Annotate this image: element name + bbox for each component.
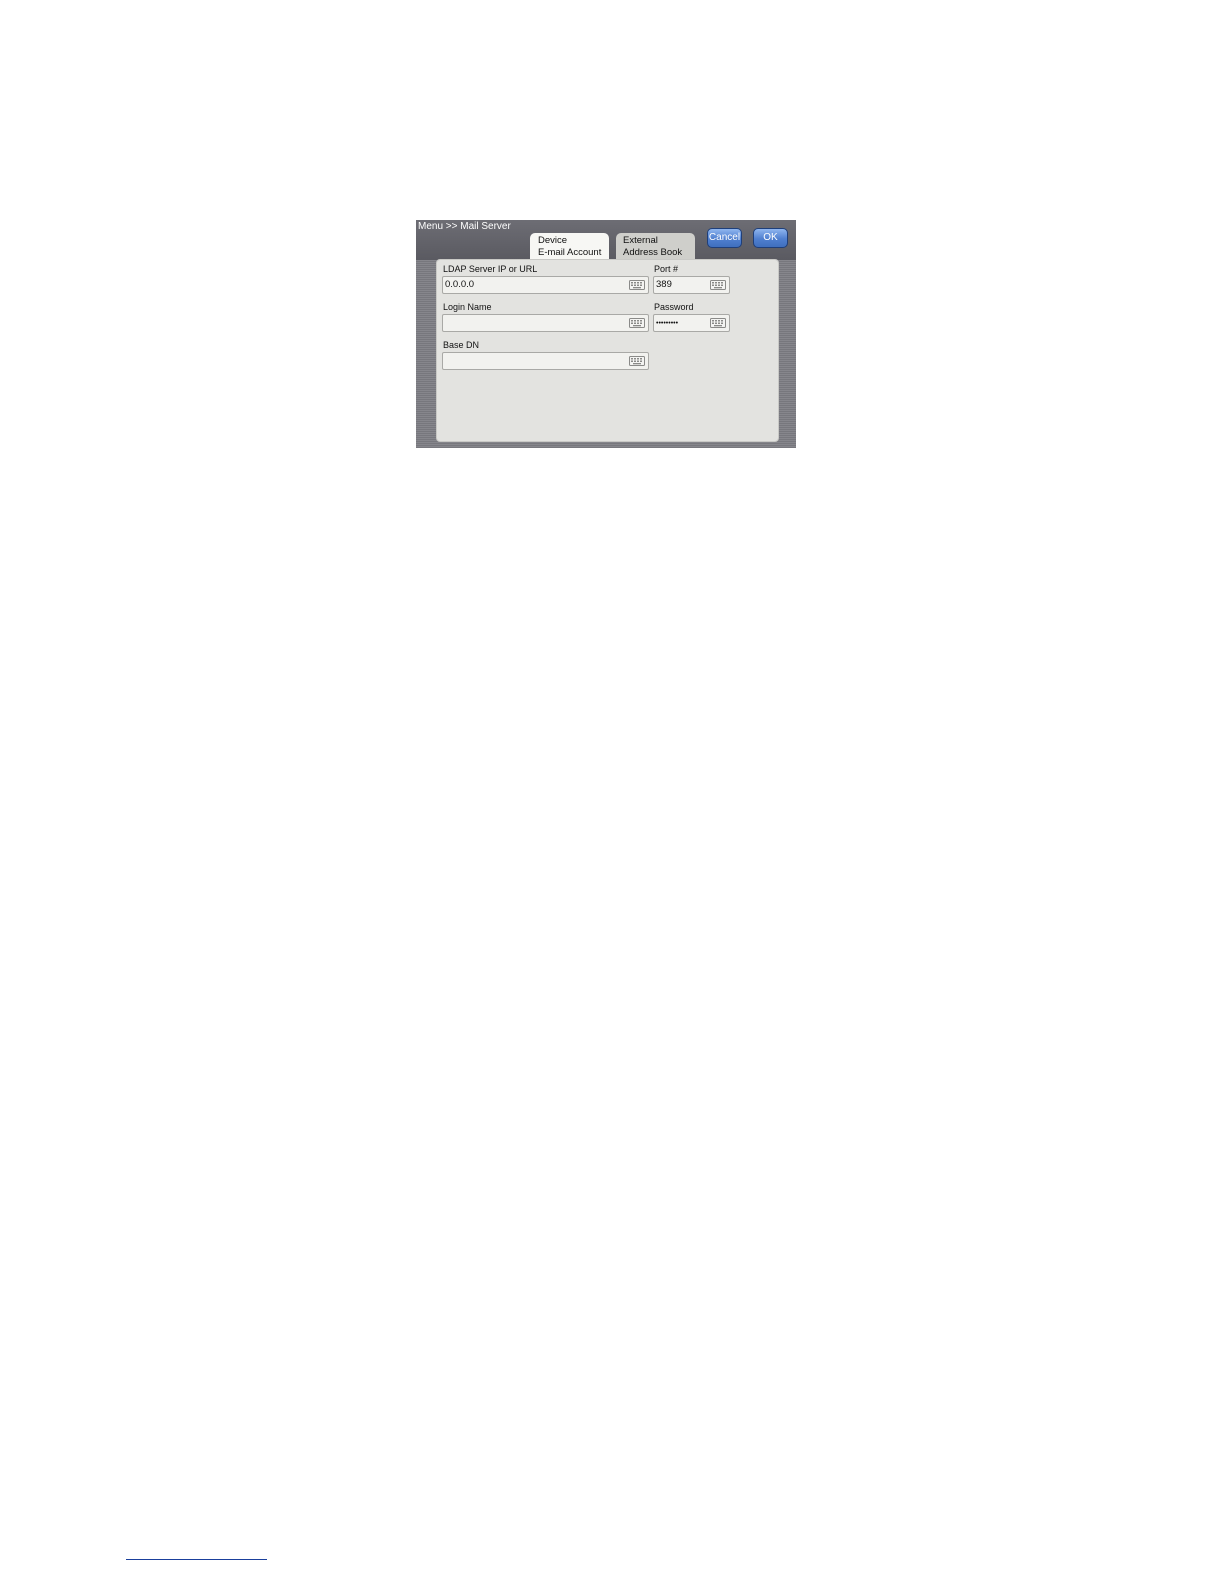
keyboard-icon[interactable] [710,280,726,290]
password-value: ••••••••• [656,320,679,327]
cancel-button[interactable]: Cancel [707,228,742,248]
login-name-input[interactable] [442,314,649,332]
port-label: Port # [654,264,679,274]
tab-label-line2: E-mail Account [538,246,602,258]
base-dn-input[interactable] [442,352,649,370]
ldap-server-value: 0.0.0.0 [445,279,475,290]
header-bar: Menu >> Mail Server Device E-mail Accoun… [416,220,796,260]
port-value: 389 [656,279,672,290]
base-dn-label: Base DN [443,340,480,350]
tab-label-line1: External [623,235,658,246]
tab-label-line1: Device [538,235,568,246]
tab-external-address-book[interactable]: External Address Book [616,233,695,259]
footnote-rule [126,1559,267,1560]
tab-label-line2: Address Book [623,246,683,258]
ok-button[interactable]: OK [753,228,788,248]
breadcrumb: Menu >> Mail Server [418,221,511,232]
tab-device-email-account[interactable]: Device E-mail Account [530,233,609,259]
settings-panel: LDAP Server IP or URL 0.0.0.0 Port # 389… [436,259,779,442]
ldap-server-label: LDAP Server IP or URL [443,264,538,274]
password-input[interactable]: ••••••••• [653,314,730,332]
keyboard-icon[interactable] [629,318,645,328]
ldap-server-input[interactable]: 0.0.0.0 [442,276,649,294]
login-name-label: Login Name [443,302,492,312]
password-label: Password [654,302,694,312]
keyboard-icon[interactable] [629,356,645,366]
keyboard-icon[interactable] [710,318,726,328]
keyboard-icon[interactable] [629,280,645,290]
mail-server-screen: Menu >> Mail Server Device E-mail Accoun… [416,220,796,448]
port-input[interactable]: 389 [653,276,730,294]
